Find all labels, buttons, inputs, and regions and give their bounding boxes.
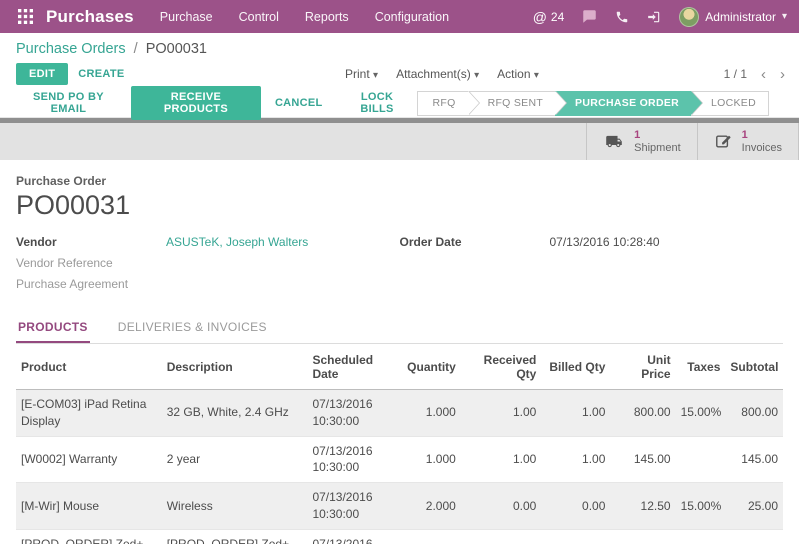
chevron-down-icon: ▾ (534, 70, 539, 81)
shipment-label: Shipment (634, 142, 680, 155)
order-lines-table: Product Description Scheduled Date Quant… (16, 344, 783, 544)
lock-bills-button[interactable]: LOCK BILLS (337, 86, 418, 120)
at-icon: @ (533, 9, 547, 25)
apps-grid-icon[interactable] (12, 4, 38, 30)
pager-next-icon[interactable]: › (780, 67, 785, 82)
cancel-button[interactable]: CANCEL (265, 92, 333, 114)
chat-icon[interactable] (582, 9, 597, 24)
col-taxes: Taxes (676, 344, 726, 390)
shipment-stat-button[interactable]: 1 Shipment (586, 123, 696, 160)
sign-in-icon[interactable] (647, 10, 661, 24)
table-header-row: Product Description Scheduled Date Quant… (16, 344, 783, 390)
chevron-down-icon: ▾ (782, 11, 787, 22)
menu-purchase[interactable]: Purchase (160, 10, 213, 24)
col-billed-qty: Billed Qty (541, 344, 610, 390)
shipment-count: 1 (634, 129, 680, 142)
top-navbar: Purchases Purchase Control Reports Confi… (0, 0, 799, 33)
order-date-value: 07/13/2016 10:28:40 (550, 235, 660, 249)
attachments-dropdown[interactable]: Attachment(s) ▾ (396, 67, 479, 81)
print-dropdown[interactable]: Print ▾ (345, 67, 378, 81)
stat-button-band: 1 Shipment 1 Invoices (0, 123, 799, 160)
table-row[interactable]: [E-COM03] iPad Retina Display 32 GB, Whi… (16, 390, 783, 437)
breadcrumb-current: PO00031 (146, 41, 207, 57)
form-sheet: Purchase Order PO00031 Vendor ASUSTeK, J… (0, 160, 799, 544)
table-row[interactable]: [M-Wir] Mouse Wireless 07/13/2016 10:30:… (16, 483, 783, 530)
menu-reports[interactable]: Reports (305, 10, 349, 24)
messages-count: 24 (551, 10, 564, 24)
col-product: Product (16, 344, 162, 390)
chevron-down-icon: ▾ (373, 70, 378, 81)
purchase-agreement-label: Purchase Agreement (16, 277, 166, 291)
tab-products[interactable]: PRODUCTS (16, 314, 90, 343)
table-row[interactable]: [PROD_ORDER] Zed+ Antivirus [PROD_ORDER]… (16, 529, 783, 544)
col-subtotal: Subtotal (725, 344, 783, 390)
user-menu[interactable]: Administrator ▾ (679, 7, 787, 27)
user-name: Administrator (705, 10, 776, 24)
phone-icon[interactable] (615, 10, 629, 24)
invoices-label: Invoices (742, 142, 782, 155)
stage-rfq-sent[interactable]: RFQ SENT (468, 91, 555, 116)
col-quantity: Quantity (399, 344, 460, 390)
truck-icon (603, 133, 625, 150)
main-menu: Purchase Control Reports Configuration (160, 10, 449, 24)
pager-previous-icon[interactable]: ‹ (761, 67, 766, 82)
send-po-by-email-button[interactable]: SEND PO BY EMAIL (10, 86, 127, 120)
sheet-label: Purchase Order (16, 174, 783, 188)
app-title[interactable]: Purchases (46, 7, 134, 27)
col-received-qty: Received Qty (461, 344, 542, 390)
create-button[interactable]: CREATE (68, 63, 134, 85)
breadcrumb-purchase-orders[interactable]: Purchase Orders (16, 41, 126, 57)
col-unit-price: Unit Price (610, 344, 675, 390)
status-pipeline: RFQ RFQ SENT PURCHASE ORDER LOCKED (417, 91, 769, 116)
vendor-label: Vendor (16, 235, 166, 249)
form-statusbar: SEND PO BY EMAIL RECEIVE PRODUCTS CANCEL… (0, 89, 799, 118)
breadcrumb: Purchase Orders / PO00031 (0, 33, 799, 59)
control-panel: EDIT CREATE Print ▾ Attachment(s) ▾ Acti… (0, 59, 799, 89)
chevron-down-icon: ▾ (474, 70, 479, 81)
page-title: PO00031 (16, 190, 783, 221)
vendor-value-link[interactable]: ASUSTeK, Joseph Walters (166, 235, 308, 249)
messages-menu[interactable]: @ 24 (533, 9, 565, 25)
col-description: Description (162, 344, 308, 390)
stage-rfq[interactable]: RFQ (417, 91, 467, 116)
field-grid: Vendor ASUSTeK, Joseph Walters Vendor Re… (16, 235, 783, 298)
vendor-reference-label: Vendor Reference (16, 256, 166, 270)
edit-note-icon (714, 133, 733, 150)
table-row[interactable]: [W0002] Warranty 2 year 07/13/2016 10:30… (16, 436, 783, 483)
order-date-label: Order Date (400, 235, 550, 249)
action-dropdown[interactable]: Action ▾ (497, 67, 539, 81)
invoices-count: 1 (742, 129, 782, 142)
edit-button[interactable]: EDIT (16, 63, 68, 85)
stage-purchase-order[interactable]: PURCHASE ORDER (555, 91, 691, 116)
notebook-tabs: PRODUCTS DELIVERIES & INVOICES (16, 314, 783, 344)
col-scheduled-date: Scheduled Date (307, 344, 399, 390)
pager-counter: 1 / 1 (724, 67, 747, 81)
pager: 1 / 1 ‹ › (724, 67, 785, 82)
avatar (679, 7, 699, 27)
breadcrumb-separator: / (134, 41, 138, 57)
invoices-stat-button[interactable]: 1 Invoices (697, 123, 799, 160)
tab-deliveries-invoices[interactable]: DELIVERIES & INVOICES (116, 314, 269, 343)
receive-products-button[interactable]: RECEIVE PRODUCTS (131, 86, 261, 120)
menu-control[interactable]: Control (239, 10, 279, 24)
menu-configuration[interactable]: Configuration (375, 10, 449, 24)
